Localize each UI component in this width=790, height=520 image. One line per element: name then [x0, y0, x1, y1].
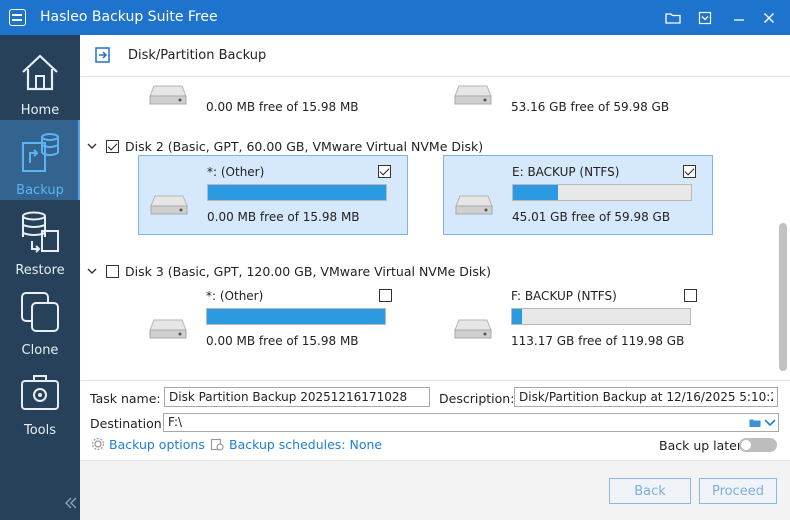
- sidebar-item-restore[interactable]: Restore: [0, 200, 80, 280]
- destination-field[interactable]: F:\: [163, 413, 779, 432]
- sidebar-item-label: Tools: [23, 423, 57, 438]
- task-form: Task name: Description: Destination: F:\…: [80, 380, 790, 460]
- description-label: Description:: [439, 391, 515, 406]
- drive-icon: [454, 319, 492, 339]
- folder-icon[interactable]: [663, 8, 683, 28]
- app-logo-icon: [9, 9, 26, 26]
- partition-name: F: BACKUP (NTFS): [511, 289, 617, 303]
- minimize-button[interactable]: [729, 8, 749, 28]
- vertical-scrollbar[interactable]: [775, 78, 790, 379]
- page-title: Disk/Partition Backup: [128, 48, 267, 63]
- partition-name: *: (Other): [206, 289, 264, 303]
- back-up-later-label: Back up later: [659, 438, 743, 453]
- page-header: Disk/Partition Backup: [80, 35, 790, 77]
- description-input[interactable]: [514, 387, 778, 407]
- drive-icon: [149, 319, 187, 339]
- schedule-icon: [210, 438, 224, 451]
- sidebar-item-backup[interactable]: Backup: [0, 120, 80, 200]
- clone-icon: [21, 292, 59, 332]
- disk-title: Disk 2 (Basic, GPT, 60.00 GB, VMware Vir…: [125, 138, 484, 154]
- folder-icon[interactable]: [749, 418, 761, 428]
- partition-checkbox[interactable]: [684, 289, 697, 302]
- usage-bar-fill: [512, 309, 523, 324]
- chevron-down-icon[interactable]: [764, 418, 776, 428]
- partition-free-space: 0.00 MB free of 15.98 MB: [206, 334, 359, 348]
- partition-card[interactable]: 53.16 GB free of 59.98 GB: [443, 78, 713, 126]
- window-title: Hasleo Backup Suite Free: [40, 9, 218, 25]
- usage-bar-fill: [208, 185, 386, 200]
- footer: Back Proceed: [80, 460, 790, 520]
- close-button[interactable]: [759, 8, 779, 28]
- destination-label: Destination:: [90, 416, 166, 431]
- proceed-button[interactable]: Proceed: [699, 478, 777, 504]
- usage-bar-fill: [207, 309, 385, 324]
- disk-title: Disk 3 (Basic, GPT, 120.00 GB, VMware Vi…: [125, 263, 492, 279]
- partition-card[interactable]: E: BACKUP (NTFS) 45.01 GB free of 59.98 …: [443, 155, 713, 235]
- partition-free-space: 0.00 MB free of 15.98 MB: [206, 100, 359, 114]
- partition-checkbox[interactable]: [378, 165, 391, 178]
- partition-name: E: BACKUP (NTFS): [512, 165, 620, 179]
- disk-checkbox[interactable]: [106, 139, 119, 153]
- usage-bar-fill: [513, 185, 558, 200]
- disk-header[interactable]: Disk 2 (Basic, GPT, 60.00 GB, VMware Vir…: [80, 136, 483, 156]
- title-bar: Hasleo Backup Suite Free: [0, 0, 790, 35]
- partition-card[interactable]: F: BACKUP (NTFS) 113.17 GB free of 119.9…: [443, 280, 713, 360]
- usage-bar: [512, 184, 692, 201]
- partition-card[interactable]: *: (Other) 0.00 MB free of 15.98 MB: [138, 280, 408, 360]
- partition-free-space: 113.17 GB free of 119.98 GB: [511, 334, 685, 348]
- partition-name: *: (Other): [207, 165, 265, 179]
- destination-value: F:\: [168, 415, 183, 429]
- sidebar-item-tools[interactable]: Tools: [0, 360, 80, 440]
- task-name-input[interactable]: [164, 387, 430, 407]
- partition-card[interactable]: 0.00 MB free of 15.98 MB: [138, 78, 408, 126]
- sidebar-item-label: Restore: [15, 263, 65, 278]
- usage-bar: [511, 308, 691, 325]
- partition-free-space: 45.01 GB free of 59.98 GB: [512, 210, 671, 224]
- back-button[interactable]: Back: [609, 478, 691, 504]
- backup-schedules-link[interactable]: Backup schedules: None: [229, 437, 382, 452]
- restore-icon: [22, 211, 59, 253]
- partition-checkbox[interactable]: [379, 289, 392, 302]
- sidebar: Home Backup Restore Clone Tools: [0, 35, 80, 520]
- sidebar-item-label: Clone: [21, 343, 59, 358]
- gear-icon: [91, 437, 105, 451]
- tools-icon: [21, 375, 59, 410]
- backup-options-link[interactable]: Backup options: [109, 437, 205, 452]
- backup-icon: [22, 133, 59, 172]
- sidebar-item-label: Backup: [16, 183, 64, 198]
- sidebar-item-clone[interactable]: Clone: [0, 280, 80, 360]
- sidebar-item-label: Home: [20, 103, 60, 118]
- task-name-label: Task name:: [90, 391, 161, 406]
- back-up-later-toggle[interactable]: [739, 438, 777, 452]
- drive-icon: [150, 195, 188, 215]
- disk-list[interactable]: 0.00 MB free of 15.98 MB 53.16 GB free o…: [80, 78, 774, 379]
- partition-backup-icon: [95, 47, 110, 63]
- collapse-sidebar-icon[interactable]: [64, 495, 78, 514]
- disk-checkbox[interactable]: [106, 264, 119, 278]
- chevron-down-icon[interactable]: [84, 263, 100, 279]
- drive-icon: [454, 85, 492, 105]
- scrollbar-thumb[interactable]: [779, 223, 787, 371]
- partition-card[interactable]: *: (Other) 0.00 MB free of 15.98 MB: [138, 155, 408, 235]
- disk-header[interactable]: Disk 3 (Basic, GPT, 120.00 GB, VMware Vi…: [80, 261, 491, 281]
- partition-free-space: 53.16 GB free of 59.98 GB: [511, 100, 670, 114]
- partition-checkbox[interactable]: [683, 165, 696, 178]
- home-icon: [22, 54, 58, 91]
- usage-bar: [206, 308, 386, 325]
- sidebar-item-home[interactable]: Home: [0, 40, 80, 120]
- chevron-down-icon[interactable]: [84, 138, 100, 154]
- menu-dropdown-icon[interactable]: [695, 8, 715, 28]
- partition-free-space: 0.00 MB free of 15.98 MB: [207, 210, 360, 224]
- drive-icon: [149, 85, 187, 105]
- drive-icon: [455, 195, 493, 215]
- usage-bar: [207, 184, 387, 201]
